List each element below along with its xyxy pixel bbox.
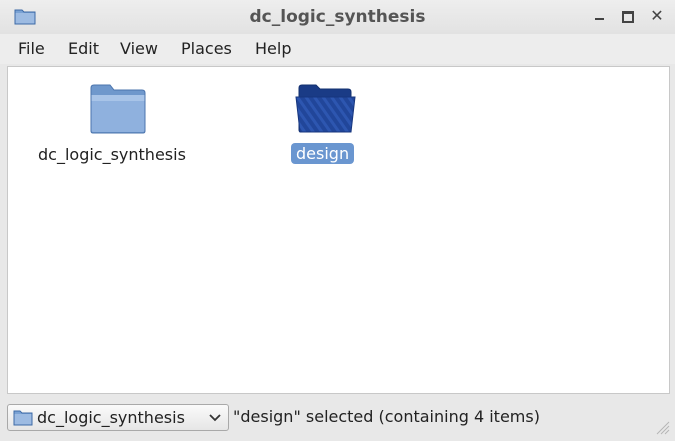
file-label: dc_logic_synthesis (38, 145, 186, 164)
close-button[interactable]: ✕ (646, 5, 668, 27)
menu-edit[interactable]: Edit (68, 39, 99, 58)
file-view[interactable]: dc_logic_synthesis design (7, 66, 670, 394)
file-label: design (291, 143, 355, 164)
maximize-button[interactable] (617, 5, 639, 27)
menu-view[interactable]: View (120, 39, 158, 58)
resize-grip-icon[interactable] (654, 419, 670, 435)
window-title: dc_logic_synthesis (249, 7, 426, 27)
menu-help[interactable]: Help (255, 39, 291, 58)
chevron-down-icon (209, 414, 221, 422)
folder-icon (13, 410, 33, 426)
menu-bar: File Edit View Places Help (0, 34, 675, 64)
maximize-icon (622, 11, 634, 23)
minimize-button[interactable] (588, 5, 610, 27)
location-label: dc_logic_synthesis (37, 408, 185, 427)
status-bar: dc_logic_synthesis "design" selected (co… (0, 395, 675, 441)
menu-file[interactable]: File (18, 39, 45, 58)
close-icon: ✕ (650, 6, 664, 25)
location-dropdown[interactable]: dc_logic_synthesis (7, 404, 229, 431)
title-bar: dc_logic_synthesis ✕ (0, 0, 675, 34)
folder-icon (295, 84, 356, 133)
minimize-icon (594, 18, 604, 20)
status-text: "design" selected (containing 4 items) (233, 407, 540, 426)
folder-icon (90, 84, 146, 134)
menu-places[interactable]: Places (181, 39, 232, 58)
